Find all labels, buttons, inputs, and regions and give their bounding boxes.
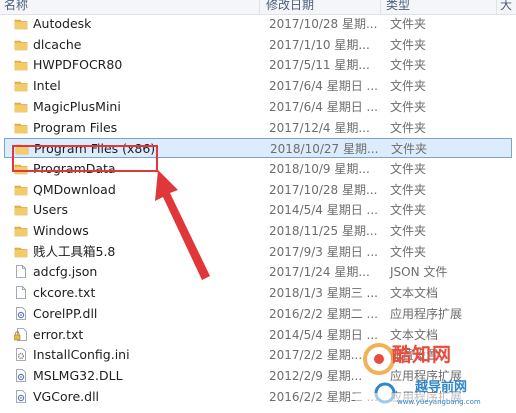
file-date: 2017/1/10 星期...	[269, 37, 370, 52]
file-name: Windows	[33, 223, 89, 238]
folder-icon	[14, 203, 28, 216]
column-name[interactable]: 名称	[4, 0, 28, 13]
file-date: 2017/9/3 星期日 ...	[269, 244, 378, 259]
file-row[interactable]: adcfg.json 2017/1/24 星期... JSON 文件	[4, 262, 512, 282]
annotation-arrow	[155, 170, 210, 280]
file-name: Intel	[33, 78, 61, 94]
file-row[interactable]: Autodesk 2017/10/28 星期... 文件夹	[4, 14, 512, 34]
folder-icon	[14, 121, 28, 134]
file-name: QMDownload	[33, 181, 116, 197]
file-name: MSLMG32.DLL	[33, 367, 123, 383]
file-date: 2018/10/9 星期...	[269, 161, 370, 176]
highlight-box	[12, 145, 158, 172]
file-name: Program Files	[33, 119, 118, 135]
file-date: 2018/1/3 星期三 ...	[269, 286, 378, 301]
folder-icon	[14, 224, 28, 237]
file-type: 文件夹	[390, 224, 427, 238]
file-row[interactable]: Users 2014/5/4 星期日 ... 文件夹	[4, 200, 512, 220]
folder-icon	[14, 100, 28, 113]
folder-icon	[14, 38, 28, 51]
watermark-slogan: 越导前网	[415, 380, 468, 395]
file-type: 文件夹	[390, 79, 427, 94]
file-row[interactable]: 贱人工具箱5.8 2017/9/3 星期日 ... 文件夹	[4, 242, 512, 262]
file-name: InstallConfig.ini	[33, 347, 130, 363]
file-date: 2017/2/2 星期...	[269, 348, 363, 363]
file-type: 文件夹	[390, 244, 427, 259]
file-date: 2014/5/4 星期日 ...	[269, 203, 378, 218]
file-date: 2018/10/27 星期...	[270, 142, 379, 157]
folder-icon	[14, 245, 28, 258]
file-type: 文本文档	[390, 286, 439, 301]
file-name: ckcore.txt	[33, 285, 96, 301]
file-date: 2016/2/2 星期二 ...	[269, 306, 378, 321]
folder-icon	[14, 183, 28, 196]
file-row[interactable]: Program Files 2017/12/4 星期... 文件夹	[4, 118, 512, 138]
column-separator[interactable]	[496, 0, 497, 14]
file-row[interactable]: QMDownload 2017/10/28 星期... 文件夹	[4, 180, 512, 200]
file-name: HWPDFOCR80	[33, 57, 123, 73]
file-type: 文件夹	[390, 37, 427, 52]
column-separator[interactable]	[380, 0, 381, 14]
folder-icon	[14, 17, 28, 30]
column-separator[interactable]	[259, 0, 260, 14]
file-date: 2017/6/4 星期日 ...	[269, 99, 378, 114]
file-type: JSON 文件	[390, 265, 448, 280]
file-row[interactable]: HWPDFOCR80 2017/5/11 星期... 文件夹	[4, 55, 512, 75]
folder-icon	[14, 79, 28, 92]
file-name: dlcache	[33, 36, 82, 52]
file-row[interactable]: CorelPP.dll 2016/2/2 星期二 ... 应用程序扩展	[4, 304, 512, 324]
dll-icon	[14, 368, 28, 382]
file-date: 2017/5/11 星期...	[269, 58, 370, 73]
column-header: 名称 修改日期 类型 大	[0, 0, 516, 15]
file-name: adcfg.json	[33, 264, 98, 280]
file-icon	[14, 265, 28, 279]
column-size[interactable]: 大	[500, 0, 512, 13]
file-type: 文件夹	[390, 58, 427, 73]
folder-icon	[14, 58, 28, 71]
file-type: 文件夹	[390, 99, 427, 114]
file-date: 2017/1/24 星期...	[269, 265, 370, 280]
file-name: Users	[33, 202, 69, 218]
file-date: 2017/12/4 星期...	[269, 120, 370, 135]
file-name: Autodesk	[33, 16, 92, 31]
locked-file-icon	[14, 327, 28, 341]
file-name: CorelPP.dll	[33, 305, 98, 321]
dll-icon	[14, 306, 28, 320]
watermark-url: www.yueyangbang.com	[397, 398, 481, 406]
column-type[interactable]: 类型	[386, 0, 410, 13]
file-type: 应用程序扩展	[390, 306, 463, 321]
watermark-brand: 酷知网	[392, 344, 453, 366]
file-type: 文件夹	[390, 17, 427, 31]
file-date: 2012/2/9 星期...	[269, 368, 363, 383]
file-name: 贱人工具箱5.8	[33, 243, 116, 259]
file-date: 2018/11/25 星期...	[269, 224, 378, 238]
file-type: 文件夹	[390, 120, 427, 135]
file-date: 2017/10/28 星期...	[269, 182, 378, 197]
file-type: 文件夹	[390, 203, 427, 218]
file-type: 文件夹	[390, 182, 427, 197]
file-type: 文件夹	[391, 142, 428, 157]
file-row[interactable]: Windows 2018/11/25 星期... 文件夹	[4, 221, 512, 241]
column-date[interactable]: 修改日期	[266, 0, 314, 13]
file-row[interactable]: MagicPlusMini 2017/6/4 星期日 ... 文件夹	[4, 97, 512, 117]
file-type: 文件夹	[390, 161, 427, 176]
file-row[interactable]: dlcache 2017/1/10 星期... 文件夹	[4, 35, 512, 55]
file-row[interactable]: Intel 2017/6/4 星期日 ... 文件夹	[4, 76, 512, 96]
file-name: error.txt	[33, 326, 84, 342]
ini-icon	[14, 348, 28, 362]
file-icon	[14, 286, 28, 299]
file-name: MagicPlusMini	[33, 98, 121, 114]
file-name: VGCore.dll	[33, 388, 100, 404]
file-date: 2017/10/28 星期...	[269, 17, 378, 31]
file-date: 2017/6/4 星期日 ...	[269, 79, 378, 94]
file-row[interactable]: ckcore.txt 2018/1/3 星期三 ... 文本文档	[4, 283, 512, 303]
dll-icon	[14, 389, 28, 403]
